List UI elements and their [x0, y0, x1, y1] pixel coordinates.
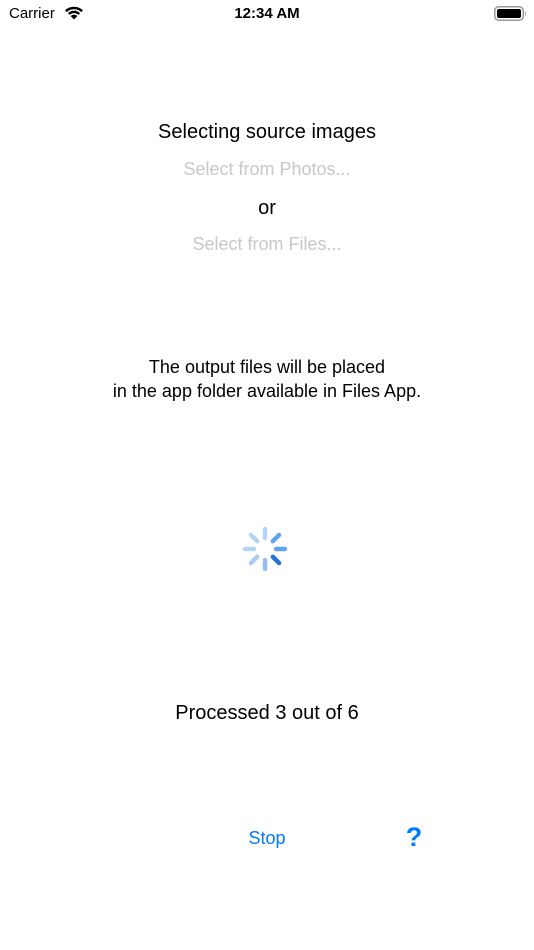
- or-separator: or: [258, 197, 276, 219]
- app-screen: Carrier 12:34 AM Selecting source images…: [0, 0, 534, 950]
- spinner-spoke: [248, 554, 260, 566]
- battery-full-icon: [494, 6, 526, 21]
- status-time: 12:34 AM: [234, 5, 300, 22]
- activity-spinner-icon: [242, 526, 288, 572]
- output-info-line-1: The output files will be placed: [148, 357, 386, 377]
- spinner-spoke: [248, 532, 260, 544]
- output-info-line-2: in the app folder available in Files App…: [112, 381, 422, 401]
- output-info-text: The output files will be placed in the a…: [0, 355, 534, 403]
- help-button[interactable]: ?: [398, 820, 430, 854]
- progress-status-text: Processed 3 out of 6: [175, 702, 359, 724]
- stop-button[interactable]: Stop: [226, 824, 308, 852]
- spinner-spoke: [270, 532, 282, 544]
- source-heading: Selecting source images: [158, 121, 376, 143]
- spinner-spoke: [270, 554, 282, 566]
- status-bar: Carrier 12:34 AM: [0, 0, 534, 28]
- select-from-photos-button[interactable]: Select from Photos...: [0, 157, 534, 181]
- select-from-files-button[interactable]: Select from Files...: [0, 232, 534, 256]
